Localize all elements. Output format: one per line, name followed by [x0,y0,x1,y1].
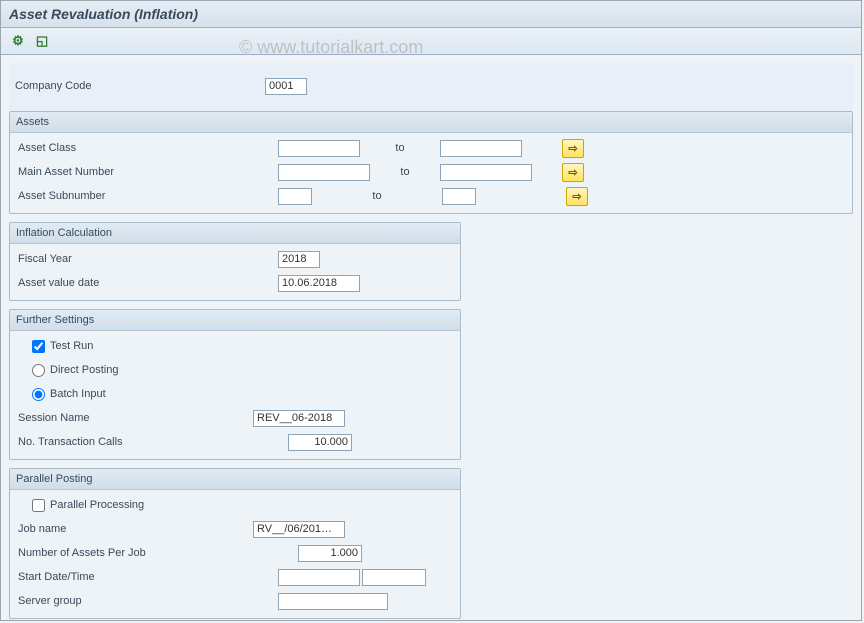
asset-sub-to-label: to [312,190,442,202]
asset-sub-multiple-button[interactable]: ⇨ [566,187,588,206]
variant-icon: ◱ [36,33,48,49]
asset-class-row: Asset Class to ⇨ [12,137,850,159]
parallel-group: Parallel Posting Parallel Processing Job… [9,468,461,619]
start-time-input[interactable] [362,569,426,586]
main-asset-label: Main Asset Number [12,166,278,178]
asset-class-to-input[interactable] [440,140,522,157]
asset-sub-row: Asset Subnumber to ⇨ [12,185,850,207]
arrow-right-icon: ⇨ [568,142,577,155]
asset-class-to-label: to [360,142,440,154]
get-variant-button[interactable]: ◱ [31,31,53,51]
execute-button[interactable]: ⚙ [7,31,29,51]
parallel-title: Parallel Posting [10,469,460,490]
company-code-label: Company Code [9,80,265,92]
arrow-right-icon: ⇨ [572,190,581,203]
asset-value-date-label: Asset value date [12,277,278,289]
inflation-title: Inflation Calculation [10,223,460,244]
asset-value-date-input[interactable] [278,275,360,292]
sap-screen: Asset Revaluation (Inflation) ⚙ ◱ © www.… [0,0,862,621]
assets-title: Assets [10,112,852,133]
further-title: Further Settings [10,310,460,331]
test-run-checkbox[interactable]: Test Run [32,340,93,353]
batch-input-input[interactable] [32,388,45,401]
application-toolbar: ⚙ ◱ [1,28,861,55]
direct-posting-label: Direct Posting [50,364,118,376]
start-dt-label: Start Date/Time [12,571,278,583]
inflation-group: Inflation Calculation Fiscal Year Asset … [9,222,461,301]
fiscal-year-label: Fiscal Year [12,253,278,265]
arrow-right-icon: ⇨ [568,166,577,179]
asset-class-label: Asset Class [12,142,278,154]
session-name-input[interactable] [253,410,345,427]
execute-icon: ⚙ [12,33,24,49]
asset-class-multiple-button[interactable]: ⇨ [562,139,584,158]
main-asset-to-input[interactable] [440,164,532,181]
test-run-label: Test Run [50,340,93,352]
batch-input-radio[interactable]: Batch Input [32,388,106,401]
direct-posting-input[interactable] [32,364,45,377]
direct-posting-radio[interactable]: Direct Posting [32,364,118,377]
parallel-processing-label: Parallel Processing [50,499,144,511]
main-asset-multiple-button[interactable]: ⇨ [562,163,584,182]
parallel-processing-checkbox[interactable]: Parallel Processing [32,499,144,512]
assets-per-job-input[interactable] [298,545,362,562]
session-name-label: Session Name [12,412,253,424]
job-name-label: Job name [12,523,253,535]
asset-sub-to-input[interactable] [442,188,476,205]
asset-sub-from-input[interactable] [278,188,312,205]
batch-input-label: Batch Input [50,388,106,400]
tx-calls-input[interactable] [288,434,352,451]
job-name-input[interactable] [253,521,345,538]
title-bar: Asset Revaluation (Inflation) [1,1,861,28]
page-title: Asset Revaluation (Inflation) [9,6,198,22]
body-area: Company Code Assets Asset Class to ⇨ Mai… [1,55,861,623]
server-group-input[interactable] [278,593,388,610]
assets-per-job-label: Number of Assets Per Job [12,547,298,559]
company-code-area: Company Code [9,63,853,111]
further-group: Further Settings Test Run Direct Posting [9,309,461,460]
parallel-processing-input[interactable] [32,499,45,512]
asset-class-from-input[interactable] [278,140,360,157]
assets-group: Assets Asset Class to ⇨ Main Asset Numbe… [9,111,853,214]
company-code-input[interactable] [265,78,307,95]
test-run-input[interactable] [32,340,45,353]
tx-calls-label: No. Transaction Calls [12,436,288,448]
server-group-label: Server group [12,595,278,607]
main-asset-to-label: to [370,166,440,178]
fiscal-year-input[interactable] [278,251,320,268]
main-asset-from-input[interactable] [278,164,370,181]
main-asset-row: Main Asset Number to ⇨ [12,161,850,183]
start-date-input[interactable] [278,569,360,586]
asset-sub-label: Asset Subnumber [12,190,278,202]
